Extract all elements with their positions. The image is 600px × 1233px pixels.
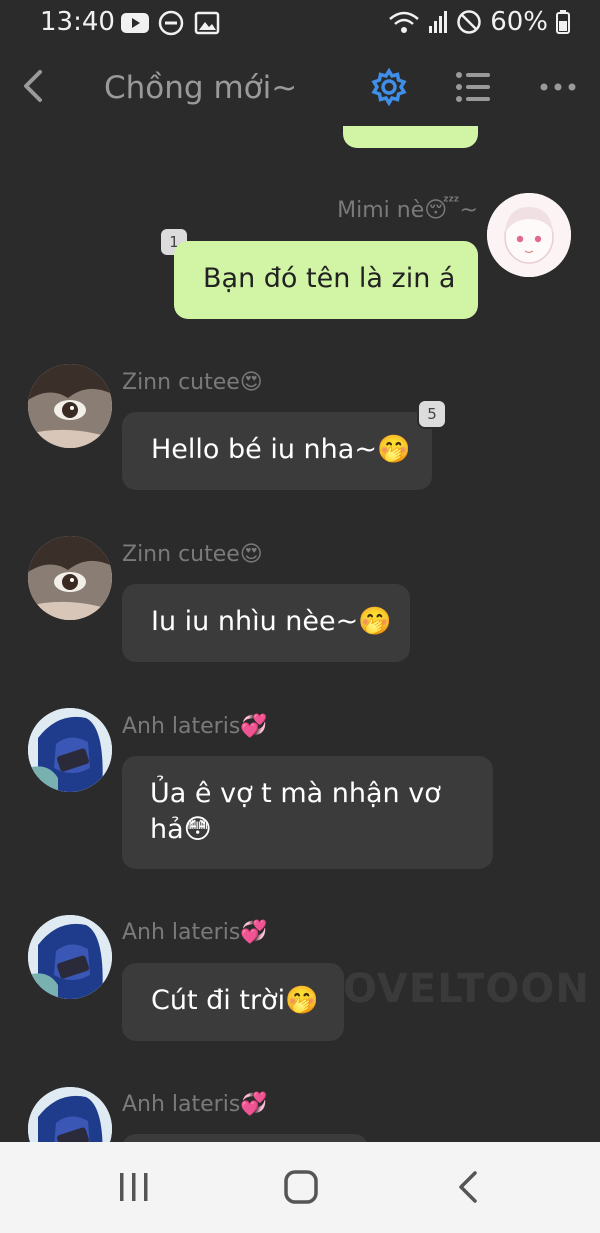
chat-title[interactable]: Chồng mới~ [104,70,297,106]
gear-icon[interactable] [370,68,408,106]
avatar-image [28,1087,112,1142]
do-not-disturb-icon [158,10,184,36]
message-text: Bạn đó tên là zin á [203,263,456,294]
message-bubble-outgoing[interactable]: Bạn đó tên là zin á [174,241,478,319]
more-dots-icon[interactable] [540,72,576,102]
signal-icon [429,11,448,33]
home-icon[interactable] [281,1167,321,1207]
avatar[interactable] [28,364,112,448]
status-time: 13:40 [40,7,115,37]
blocked-icon [457,10,481,34]
reaction-badge[interactable]: 5 [417,399,447,429]
chat-message-list[interactable]: Mimi nè😴~ 1 Bạn đó tên là zin á Zinn cut… [0,126,600,1142]
message-text-line: hả😳 [150,814,212,845]
recent-apps-icon[interactable] [114,1167,154,1207]
system-back-icon[interactable] [449,1167,489,1207]
message-text: Cút đi trời🤭 [151,985,319,1016]
sender-name: Zinn cutee😍 [122,542,263,567]
sender-name: Anh lateris💞 [122,714,268,739]
youtube-icon [121,13,149,33]
avatar-image [487,193,571,277]
list-icon[interactable] [455,70,491,104]
message-text: Hello bé iu nha~🤭 [151,434,411,465]
message-bubble-outgoing-previous[interactable] [343,126,478,148]
back-arrow-icon[interactable] [18,66,54,106]
sender-name: Anh lateris💞 [122,920,268,945]
avatar-image [28,915,112,999]
avatar[interactable] [28,536,112,620]
battery-percentage: 60% [490,7,548,37]
sender-name: Anh lateris💞 [122,1092,268,1117]
sender-name: Mimi nè😴~ [337,198,478,223]
avatar[interactable] [28,708,112,792]
message-bubble-incoming[interactable]: Cút đi trời🤭 [122,963,344,1041]
avatar[interactable] [28,915,112,999]
image-icon [194,11,220,35]
battery-icon [556,10,570,34]
avatar-image [28,708,112,792]
chat-header: Chồng mới~ [0,48,600,126]
wifi-icon [389,11,420,33]
sender-name: Zinn cutee😍 [122,370,263,395]
message-bubble-incoming[interactable] [122,1134,368,1142]
message-bubble-incoming[interactable]: Iu iu nhìu nèe~🤭 [122,584,410,662]
message-text: Iu iu nhìu nèe~🤭 [151,606,392,637]
watermark: OVELTOON [343,966,590,1012]
avatar[interactable] [28,1087,112,1142]
message-text-line: Ủa ê vợ t mà nhận vơ [150,778,441,809]
avatar-image [28,364,112,448]
avatar[interactable] [487,193,571,277]
message-bubble-incoming[interactable]: Hello bé iu nha~🤭 [122,412,432,490]
avatar-image [28,536,112,620]
message-bubble-incoming[interactable]: Ủa ê vợ t mà nhận vơ hả😳 [122,756,493,869]
system-navigation-bar [0,1142,600,1233]
status-bar: 13:40 60% [0,0,600,48]
